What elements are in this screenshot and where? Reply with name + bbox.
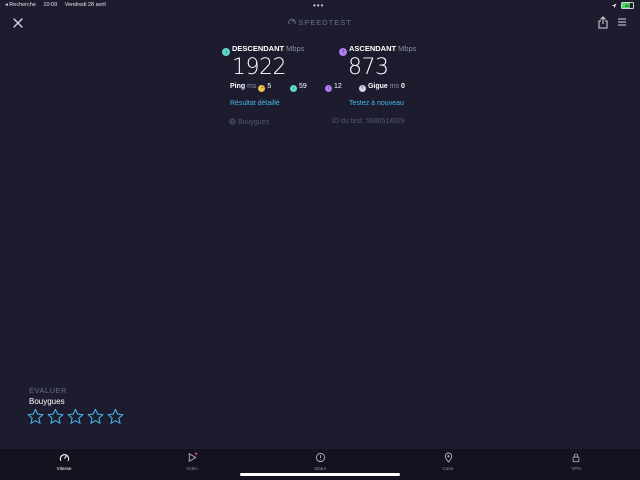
status-bar: ◂ Recherche 10:09 Vendredi 28 avril ••• …	[0, 0, 640, 12]
download-ping-icon: ↓	[290, 85, 297, 92]
share-icon[interactable]	[597, 16, 609, 29]
download-ping-value: 59	[298, 83, 307, 90]
ping-unit: ms	[247, 83, 257, 90]
idle-ping-icon: ◔	[258, 85, 266, 92]
menu-icon[interactable]	[617, 17, 627, 27]
detailed-result-link[interactable]: Résultat détaillé	[230, 100, 280, 107]
tab-vpn[interactable]: VPN	[546, 452, 606, 471]
map-pin-icon	[444, 452, 452, 463]
jitter-value: 0	[401, 83, 405, 90]
jitter-unit: ms	[389, 83, 400, 90]
tab-speed[interactable]: Vitesse	[34, 452, 94, 471]
provider-info: Bouygues	[229, 118, 269, 126]
star-icon[interactable]	[47, 408, 64, 425]
star-icon[interactable]	[107, 408, 124, 425]
tab-speed-label: Vitesse	[56, 466, 72, 471]
download-value: 1922	[232, 55, 287, 80]
tab-video[interactable]: Vidéo	[162, 452, 222, 471]
upload-value: 873	[348, 55, 389, 80]
star-rating	[27, 408, 124, 425]
rate-label: ÉVALUER	[29, 386, 67, 395]
video-icon	[188, 452, 198, 462]
star-icon[interactable]	[87, 408, 104, 425]
jitter-icon: ≈	[359, 85, 366, 92]
ping-row: Ping ms ◔ 5	[230, 83, 271, 92]
jitter-label: Gigue	[367, 83, 388, 90]
upload-ping: ↑ 12	[325, 83, 342, 92]
status-icon	[315, 452, 325, 463]
ping-label: Ping	[230, 83, 246, 90]
idle-ping-value: 5	[267, 83, 272, 90]
rate-provider: Bouygues	[29, 397, 65, 406]
upload-ping-value: 12	[333, 83, 342, 90]
status-date: Vendredi 28 avril	[64, 2, 106, 8]
status-time: 10:09	[43, 2, 58, 8]
provider-name: Bouygues	[237, 119, 270, 126]
test-again-link[interactable]: Testez à nouveau	[349, 100, 404, 107]
star-icon[interactable]	[27, 408, 44, 425]
battery-level: 60	[625, 3, 630, 8]
battery-icon: 60	[621, 2, 634, 9]
multitasking-dots[interactable]: •••	[313, 1, 324, 10]
star-icon[interactable]	[67, 408, 84, 425]
back-to-search-link[interactable]: ◂ Recherche	[5, 2, 36, 8]
tab-map-label: Carte	[442, 466, 454, 471]
tab-status-label: Statut	[314, 466, 326, 471]
tab-status[interactable]: Statut	[290, 452, 350, 471]
download-ping: ↓ 59	[290, 83, 307, 92]
tab-video-label: Vidéo	[186, 466, 198, 471]
location-arrow-icon	[611, 3, 617, 8]
vpn-icon	[572, 453, 580, 463]
upload-unit: Mbps	[398, 44, 417, 53]
download-unit: Mbps	[286, 44, 305, 53]
jitter-row: ≈ Gigue ms 0	[359, 83, 405, 92]
speed-icon	[59, 454, 69, 461]
test-id: ID du test: 5586514929	[332, 118, 405, 125]
app-brand: SPEEDTEST	[0, 18, 640, 27]
speedtest-logo-icon	[288, 18, 296, 25]
brand-text: SPEEDTEST	[298, 18, 352, 27]
globe-icon	[229, 118, 236, 125]
upload-label: ↑ ASCENDANT Mbps	[339, 44, 416, 56]
home-indicator[interactable]	[240, 473, 400, 476]
tab-vpn-label: VPN	[571, 466, 581, 471]
tab-map[interactable]: Carte	[418, 452, 478, 471]
upload-arrow-icon: ↑	[339, 47, 347, 56]
upload-ping-icon: ↑	[325, 85, 332, 92]
download-arrow-icon: ↓	[222, 47, 230, 56]
download-label: ↓ DESCENDANT Mbps	[222, 44, 304, 56]
